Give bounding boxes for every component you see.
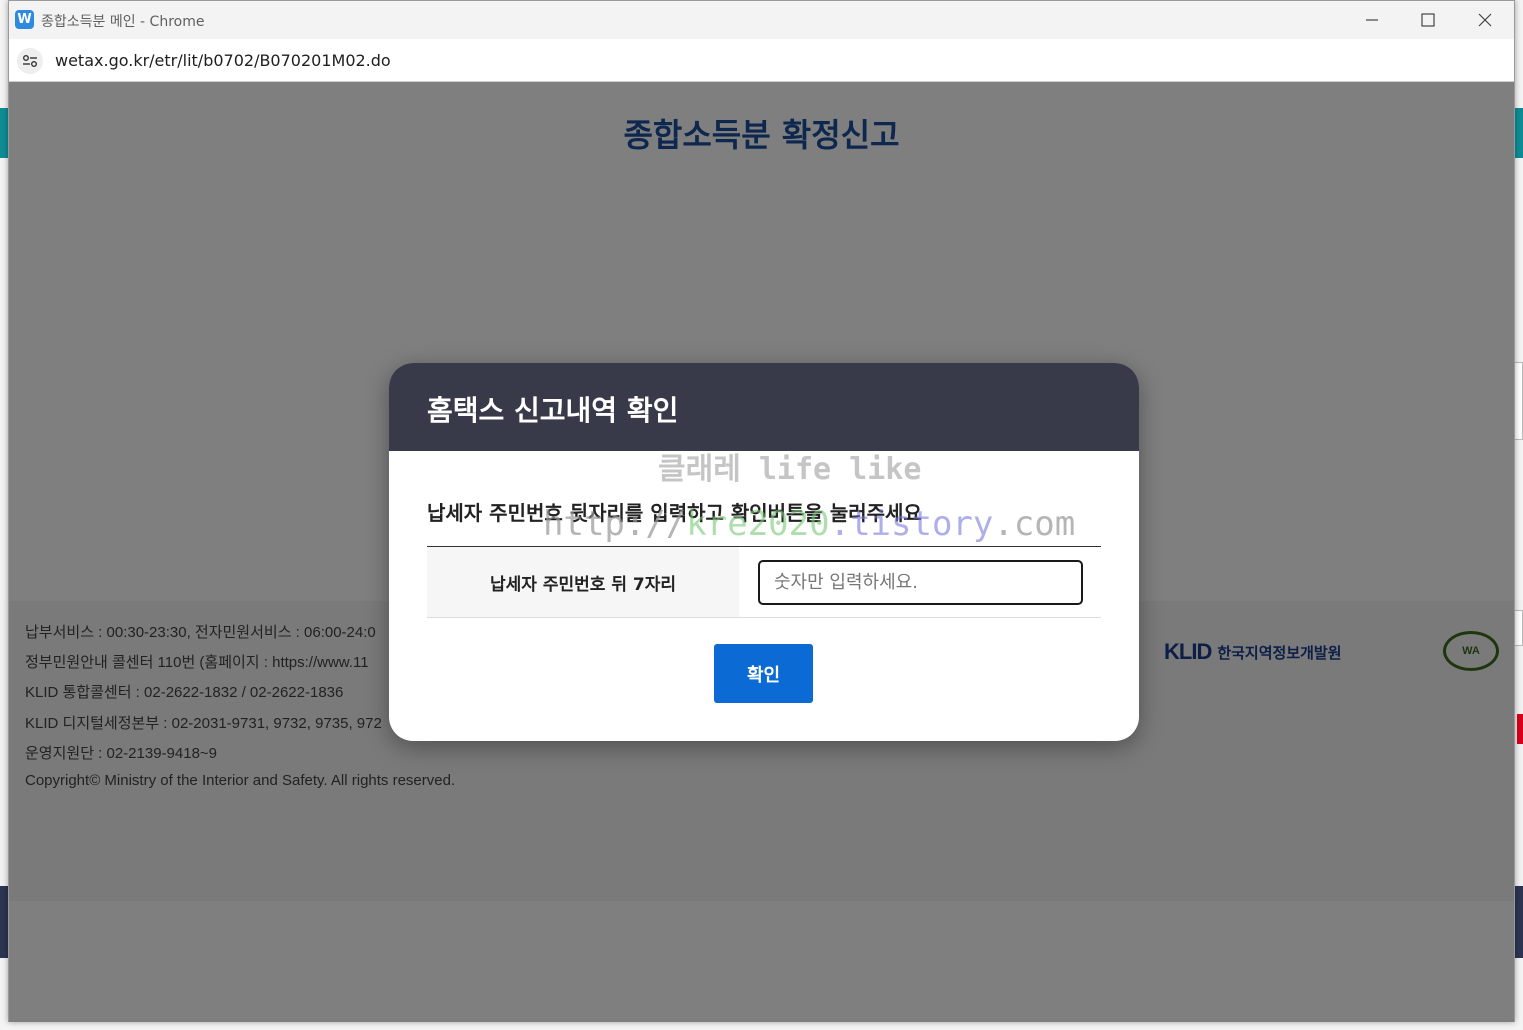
modal-header: 홈택스 신고내역 확인	[389, 363, 1139, 451]
background-side-control[interactable]	[1514, 610, 1523, 646]
close-button[interactable]	[1457, 1, 1513, 39]
page-content: 종합소득분 확정신고 납부서비스 : 00:30-23:30, 전자민원서비스 …	[9, 82, 1514, 1022]
maximize-button[interactable]	[1400, 1, 1456, 39]
window-title: 종합소득분 메인 - Chrome	[41, 14, 205, 30]
modal-title: 홈택스 신고내역 확인	[427, 394, 679, 427]
background-side-badge	[1517, 714, 1523, 744]
background-side-control[interactable]	[1514, 362, 1523, 440]
address-bar: wetax.go.kr/etr/lit/b0702/B070201M02.do	[9, 39, 1514, 82]
rrn-back-input[interactable]	[758, 560, 1083, 605]
popup-window: W 종합소득분 메인 - Chrome wetax.go.kr/etr/lit/…	[8, 0, 1515, 1022]
maximize-icon	[1421, 13, 1435, 27]
modal-description: 납세자 주민번호 뒷자리를 입력하고 확인버튼을 눌러주세요	[427, 501, 922, 525]
url-text[interactable]: wetax.go.kr/etr/lit/b0702/B070201M02.do	[55, 51, 391, 70]
close-icon	[1478, 13, 1492, 27]
rrn-form-row: 납세자 주민번호 뒤 7자리	[427, 546, 1101, 618]
tune-icon	[23, 55, 37, 67]
hometax-confirm-modal: 홈택스 신고내역 확인 납세자 주민번호 뒷자리를 입력하고 확인버튼을 눌러주…	[389, 363, 1139, 741]
minimize-button[interactable]	[1344, 1, 1400, 39]
rrn-field-label: 납세자 주민번호 뒤 7자리	[427, 547, 739, 617]
wetax-app-icon: W	[15, 10, 34, 29]
window-titlebar[interactable]: W 종합소득분 메인 - Chrome	[9, 1, 1514, 39]
minimize-icon	[1366, 19, 1378, 21]
confirm-button[interactable]: 확인	[714, 644, 813, 703]
site-info-button[interactable]	[17, 48, 43, 74]
